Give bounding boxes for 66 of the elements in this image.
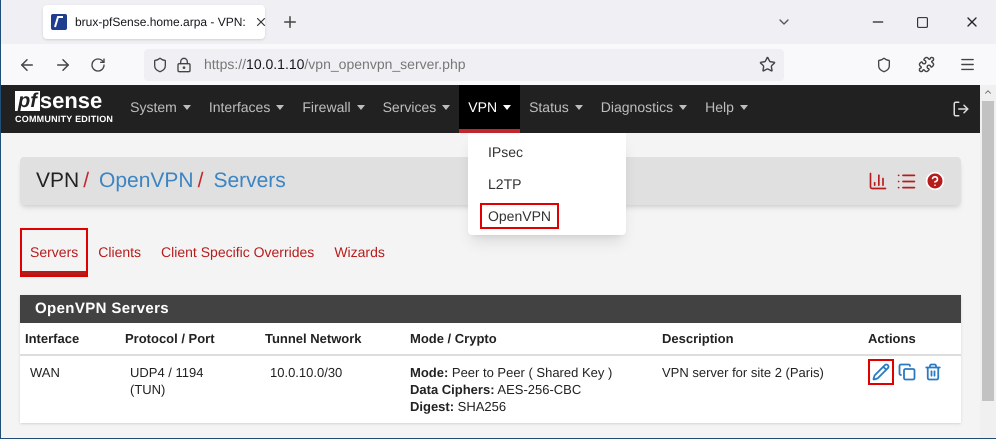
tab-title: brux-pfSense.home.arpa - VPN:	[75, 14, 246, 31]
nav-menu-item[interactable]: Interfaces	[200, 85, 294, 133]
dropdown-item[interactable]: L2TP	[480, 171, 530, 197]
caret-icon	[679, 104, 688, 110]
tab-favicon-icon	[51, 14, 67, 30]
panel-title: OpenVPN Servers	[35, 298, 170, 319]
bookmark-star-icon[interactable]	[759, 56, 776, 73]
table-cell-text: 10.0.10.0/30	[269, 364, 344, 382]
page-tab[interactable]: Client Specific Overrides	[151, 228, 324, 277]
logout-icon[interactable]	[952, 100, 970, 118]
caret-icon	[276, 104, 284, 110]
scrollbar[interactable]	[980, 85, 996, 438]
browser-tab[interactable]: brux-pfSense.home.arpa - VPN:	[43, 5, 265, 39]
pencil-icon	[872, 363, 890, 381]
help-icon[interactable]	[925, 171, 945, 191]
crypto-detail: Mode: Peer to Peer ( Shared Key )	[410, 364, 614, 381]
address-bar[interactable]: https://10.0.1.10/vpn_openvpn_server.php	[144, 48, 784, 80]
dropdown-item[interactable]: OpenVPN	[480, 203, 560, 229]
page-tab[interactable]: Clients	[88, 228, 152, 277]
dropdown-item[interactable]: IPsec	[480, 139, 532, 165]
table-cell-line: UDP4 / 1194	[130, 364, 204, 381]
logo-edition: COMMUNITY EDITION	[15, 113, 114, 126]
lock-icon	[176, 56, 192, 72]
maximize-icon[interactable]	[916, 16, 929, 28]
nav-menu-item[interactable]: Status	[520, 85, 592, 133]
page-tab[interactable]: Servers	[20, 228, 88, 277]
page-tab[interactable]: Wizards	[324, 228, 395, 277]
extensions-icon[interactable]	[918, 56, 935, 73]
new-tab-icon[interactable]	[281, 13, 299, 31]
breadcrumb-separator: /	[83, 168, 90, 194]
caret-icon	[574, 104, 583, 110]
logo-wordmark: sense	[40, 91, 102, 112]
menu-icon[interactable]	[959, 56, 976, 73]
breadcrumb-separator: /	[198, 168, 204, 194]
nav-menu-item[interactable]: System	[121, 85, 200, 133]
logo-mark: pf	[15, 91, 40, 112]
caret-icon	[442, 104, 450, 110]
column-header: Tunnel Network	[265, 330, 363, 348]
nav-menu-item[interactable]: Diagnostics	[592, 85, 696, 133]
trash-icon	[924, 363, 942, 381]
caret-icon	[356, 104, 365, 110]
column-header: Description	[662, 330, 735, 348]
column-header: Interface	[24, 330, 80, 348]
column-header: Actions	[868, 330, 917, 348]
crypto-detail: Data Ciphers: AES-256-CBC	[410, 381, 582, 398]
table-cell-text: WAN	[29, 364, 61, 382]
url-text: https://10.0.1.10/vpn_openvpn_server.php	[204, 55, 467, 74]
table-cell-line: (TUN)	[130, 381, 166, 398]
copy-icon	[898, 363, 916, 381]
reload-icon[interactable]	[90, 56, 106, 72]
nav-menu-item[interactable]: VPN	[459, 85, 520, 133]
breadcrumb-item: VPN	[36, 168, 80, 194]
caret-icon	[182, 104, 191, 110]
crypto-detail: Digest: SHA256	[410, 398, 508, 415]
scrollbar-thumb[interactable]	[982, 101, 994, 401]
caret-icon	[740, 104, 748, 110]
shield-icon	[152, 56, 168, 72]
table-cell-text: VPN server for site 2 (Paris)	[662, 364, 825, 382]
nav-menu-item[interactable]: Services	[374, 85, 460, 133]
chart-icon[interactable]	[868, 171, 888, 191]
caret-icon	[503, 104, 512, 110]
edit-button[interactable]	[868, 359, 894, 385]
nav-menu-item[interactable]: Firewall	[293, 85, 374, 133]
column-header: Mode / Crypto	[410, 330, 498, 348]
nav-menu-item[interactable]: Help	[696, 85, 757, 133]
column-header: Protocol / Port	[125, 330, 216, 348]
